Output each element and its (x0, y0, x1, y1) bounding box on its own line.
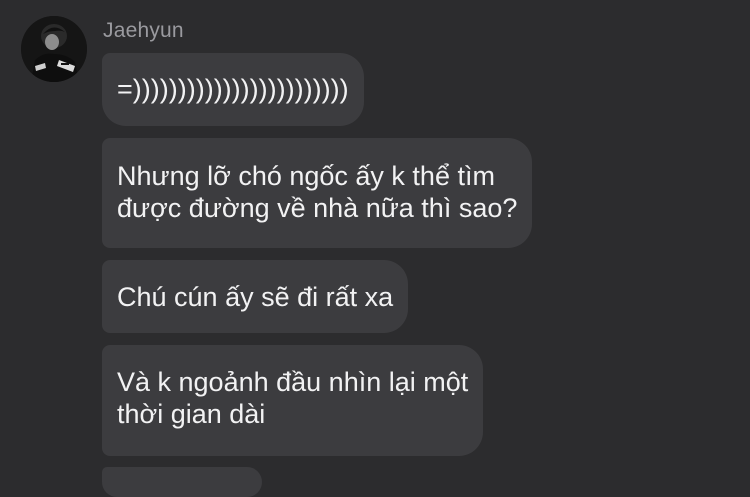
message-bubble-partial[interactable] (102, 467, 262, 497)
message-bubble[interactable]: Nhưng lỡ chó ngốc ấy k thể tìm được đườn… (102, 138, 533, 248)
message-bubble[interactable]: Và k ngoảnh đầu nhìn lại một thời gian d… (102, 345, 484, 456)
message-bubble[interactable]: =)))))))))))))))))))))))) (102, 53, 364, 126)
avatar[interactable] (21, 16, 87, 82)
message-bubble[interactable]: Chú cún ấy sẽ đi rất xa (102, 260, 409, 333)
chat-thread: Jaehyun =)))))))))))))))))))))))) Nhưng … (0, 0, 750, 497)
sender-name: Jaehyun (103, 19, 184, 42)
avatar-photo-icon (21, 16, 87, 82)
